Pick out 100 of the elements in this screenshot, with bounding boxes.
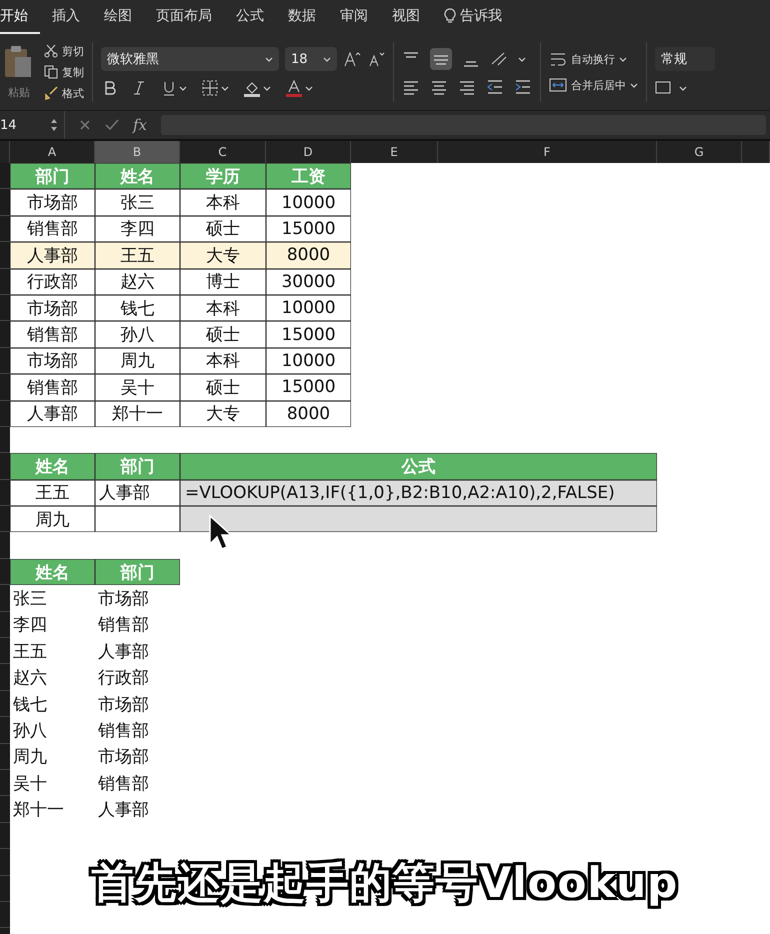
caret-icon: [265, 56, 273, 62]
row-header[interactable]: [0, 822, 10, 850]
row-header[interactable]: [0, 717, 10, 744]
ribbon-tab[interactable]: 视图: [380, 0, 432, 34]
scissors-icon: [44, 44, 58, 58]
row-header[interactable]: [0, 532, 10, 559]
merge-cells-icon[interactable]: [549, 76, 567, 94]
row-header[interactable]: [0, 690, 10, 718]
header-cell: 部门: [95, 453, 180, 480]
row-header[interactable]: [0, 400, 10, 427]
number-format-field[interactable]: 常规: [655, 47, 715, 71]
table-cell: 李四: [95, 216, 180, 242]
stepper-icon[interactable]: [50, 117, 58, 133]
table-cell: 销售部: [10, 321, 95, 348]
column-header[interactable]: G: [657, 141, 742, 163]
underline-icon[interactable]: [161, 79, 177, 97]
paste-label[interactable]: 粘贴: [8, 84, 30, 100]
row-header[interactable]: [0, 612, 10, 638]
cut-button[interactable]: 剪切: [44, 44, 84, 58]
table-cell: 赵六: [95, 268, 180, 295]
table-cell: 行政部: [10, 268, 95, 295]
ribbon-tab[interactable]: 告诉我: [432, 0, 514, 34]
column-header[interactable]: E: [351, 141, 438, 163]
header-cell: 姓名: [10, 558, 95, 586]
name-box[interactable]: 14: [0, 118, 17, 132]
copy-button[interactable]: 复制: [44, 64, 84, 80]
ribbon-tab[interactable]: 绘图: [92, 0, 144, 34]
list-cell-text: 人事部: [97, 640, 150, 664]
ribbon-tab[interactable]: 审阅: [328, 0, 380, 34]
table-cell: 8000: [266, 400, 351, 427]
caret-icon: [263, 86, 271, 90]
decrease-indent-icon[interactable]: [486, 78, 504, 96]
ribbon-tab[interactable]: 页面布局: [144, 0, 224, 34]
row-header[interactable]: [0, 294, 10, 322]
row-header[interactable]: [0, 876, 10, 902]
row-header[interactable]: [0, 242, 10, 269]
row-header[interactable]: [0, 796, 10, 823]
grow-font-icon[interactable]: [343, 50, 361, 68]
font-size-field[interactable]: 18: [285, 47, 337, 71]
text-angle-icon[interactable]: [490, 50, 508, 68]
table-cell: 人事部: [10, 242, 95, 269]
insert-function-button[interactable]: fx: [133, 116, 148, 134]
wrap-text-button[interactable]: 自动换行: [549, 50, 638, 68]
header-cell: 公式: [180, 453, 657, 480]
copy-icon: [44, 65, 58, 79]
ribbon-tab[interactable]: 公式: [224, 0, 276, 34]
row-header[interactable]: [0, 902, 10, 928]
table-cell: 博士: [180, 268, 266, 295]
row-header[interactable]: [0, 348, 10, 374]
row-header[interactable]: [0, 189, 10, 216]
row-header[interactable]: [0, 374, 10, 401]
list-cell-text: 销售部: [97, 772, 150, 796]
borders-icon[interactable]: [201, 79, 219, 97]
caret-icon: [221, 86, 229, 90]
row-header[interactable]: [0, 744, 10, 770]
row-header[interactable]: [0, 453, 10, 480]
italic-icon[interactable]: [131, 79, 147, 97]
ribbon-tab[interactable]: 数据: [276, 0, 328, 34]
table-cell: 张三: [95, 189, 180, 216]
row-header[interactable]: [0, 770, 10, 796]
shrink-font-icon[interactable]: [367, 50, 385, 68]
row-header[interactable]: [0, 321, 10, 348]
font-color-icon[interactable]: [285, 79, 303, 97]
table-cell: 15000: [266, 216, 351, 242]
caret-icon: [518, 56, 526, 62]
list-cell-text: 李四: [12, 614, 48, 638]
ribbon-tab[interactable]: 插入: [40, 0, 92, 34]
list-cell-text: 赵六: [12, 667, 48, 690]
list-cell-text: 孙八: [12, 720, 48, 743]
table-cell: 大专: [180, 400, 266, 427]
row-header[interactable]: [0, 585, 10, 612]
row-header[interactable]: [0, 506, 10, 532]
format-painter-button[interactable]: 格式: [44, 86, 84, 100]
table-cell: 人事部: [10, 400, 95, 427]
table-cell: 15000: [266, 374, 351, 401]
merge-center-button[interactable]: 合并后居中: [549, 76, 638, 94]
table-cell: 30000: [266, 268, 351, 295]
brush-icon: [44, 86, 58, 100]
list-cell-text: 销售部: [97, 720, 150, 743]
column-header[interactable]: B: [95, 141, 180, 163]
header-cell: 姓名: [10, 453, 95, 480]
check-icon[interactable]: [105, 119, 119, 131]
column-header[interactable]: F: [438, 141, 657, 163]
row-header[interactable]: [0, 558, 10, 586]
row-header[interactable]: [0, 480, 10, 506]
table-cell: 硕士: [180, 321, 266, 348]
row-header[interactable]: [0, 216, 10, 242]
table-cell: 王五: [95, 242, 180, 269]
row-header[interactable]: [0, 664, 10, 691]
increase-indent-icon[interactable]: [514, 78, 532, 96]
table-cell: 郑十一: [95, 400, 180, 427]
close-icon[interactable]: [79, 119, 91, 131]
row-header[interactable]: [0, 426, 10, 454]
table-cell: 孙八: [95, 321, 180, 348]
row-header[interactable]: [0, 163, 10, 190]
font-name-field[interactable]: 微软雅黑: [101, 47, 279, 71]
ribbon-tab[interactable]: 开始: [0, 0, 40, 34]
row-header[interactable]: [0, 849, 10, 876]
row-header[interactable]: [0, 268, 10, 295]
row-header[interactable]: [0, 638, 10, 664]
